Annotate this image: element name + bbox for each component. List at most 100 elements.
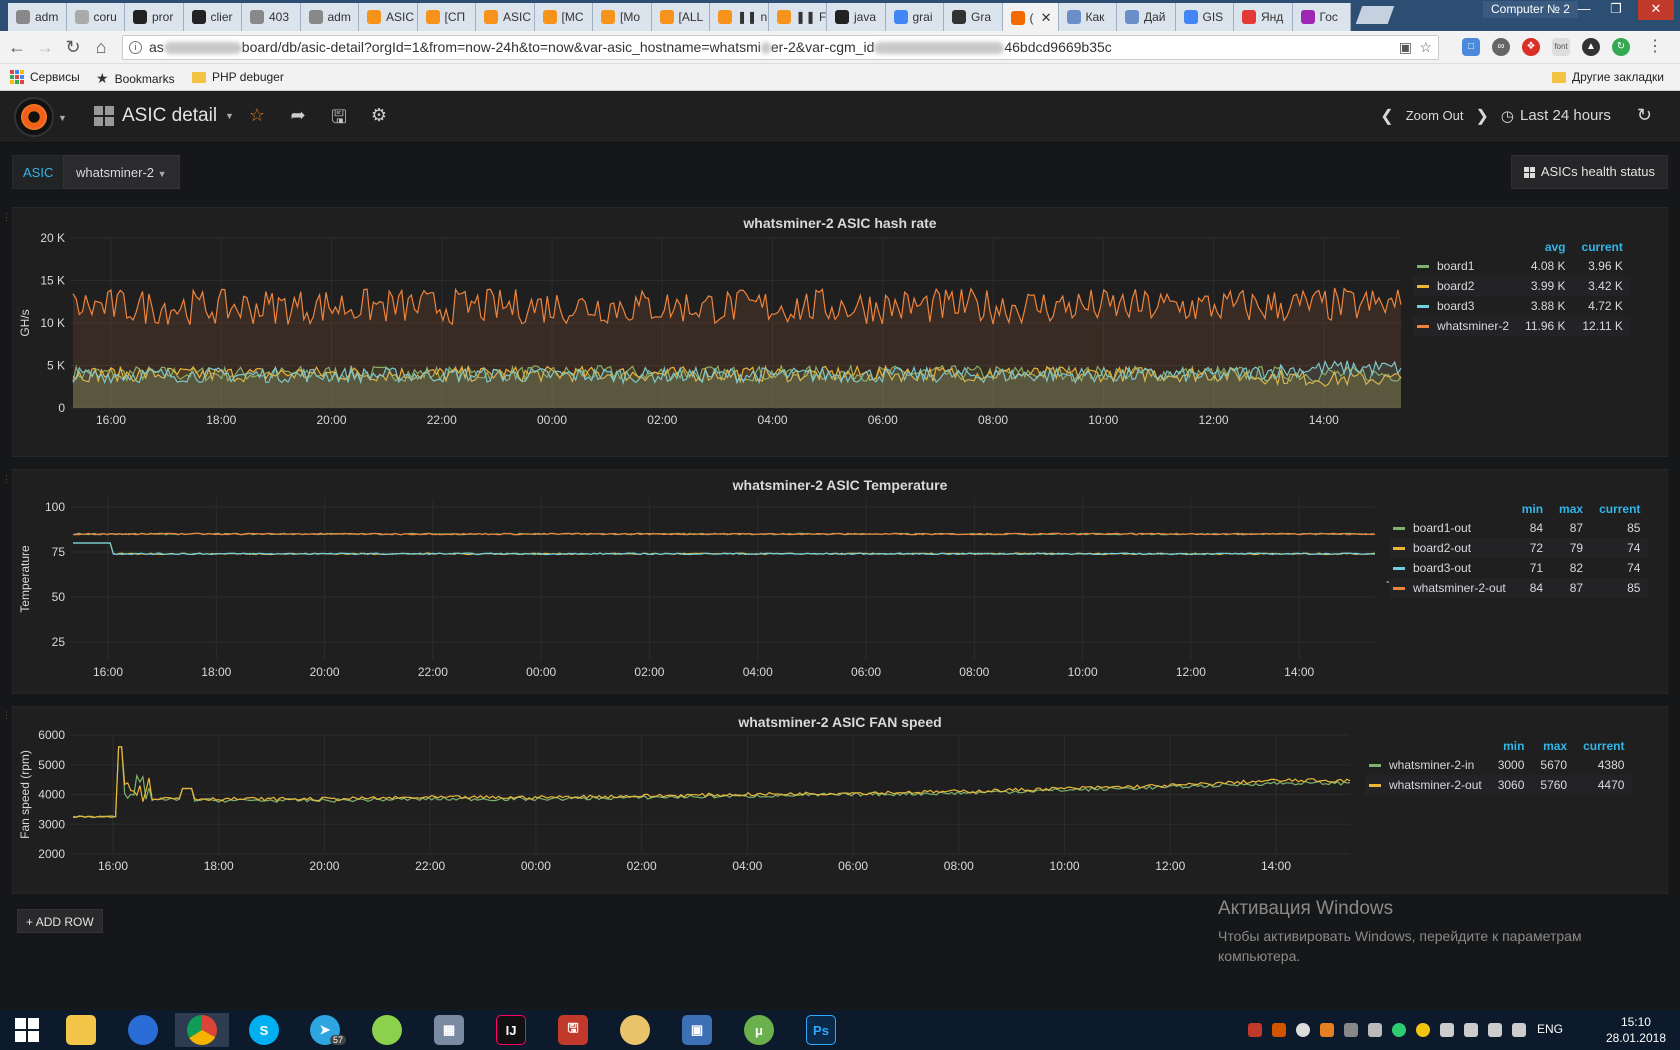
extension-vpn-icon[interactable]: ∞ [1492, 38, 1510, 56]
tray-app-icon[interactable] [1296, 1023, 1310, 1037]
row-handle-icon[interactable]: ⋮ [2, 213, 11, 222]
browser-tab[interactable]: GIS [1175, 3, 1234, 31]
refresh-icon[interactable]: ↻ [1637, 105, 1652, 126]
legend-row[interactable]: whatsminer-2-out 84 87 85 [1389, 578, 1649, 598]
extension-sync-icon[interactable]: ↻ [1612, 38, 1630, 56]
bookmark-other[interactable]: Другие закладки [1552, 70, 1664, 84]
minimize-icon[interactable]: — [1570, 0, 1598, 20]
taskbar-calculator[interactable]: ▦ [422, 1013, 476, 1047]
extension-font-icon[interactable]: font [1552, 38, 1570, 56]
extension-adblock-icon[interactable]: ❖ [1522, 38, 1540, 56]
browser-tab[interactable]: pror [125, 3, 184, 31]
browser-tab[interactable]: ASIC [476, 3, 535, 31]
legend-row[interactable]: whatsminer-2-out 3060 5760 4470 [1365, 775, 1633, 795]
legend-row[interactable]: board3 3.88 K 4.72 K [1413, 296, 1631, 316]
variable-value-dropdown[interactable]: whatsminer-2 ▼ [63, 155, 180, 189]
bookmark-star-icon[interactable]: ☆ [1419, 36, 1432, 59]
close-window-icon[interactable]: ✕ [1638, 0, 1674, 20]
legend-swatch-icon[interactable] [1369, 764, 1381, 768]
legend-column-header[interactable]: avg [1517, 238, 1573, 256]
tray-app-icon[interactable] [1392, 1023, 1406, 1037]
grafana-logo-icon[interactable] [14, 97, 54, 137]
time-forward-icon[interactable]: ❯ [1476, 106, 1489, 126]
taskbar-clock[interactable]: 15:10 28.01.2018 [1606, 1014, 1666, 1046]
browser-tab[interactable]: (✕ [1002, 3, 1059, 31]
browser-tab[interactable]: ASIC [359, 3, 418, 31]
legend-swatch-icon[interactable] [1417, 285, 1429, 289]
legend-column-header[interactable]: max [1532, 737, 1575, 755]
legend-column-header[interactable]: current [1574, 238, 1631, 256]
star-dashboard-icon[interactable]: ☆ [245, 105, 269, 126]
legend-swatch-icon[interactable] [1393, 527, 1405, 531]
legend-row[interactable]: board1-out 84 87 85 [1389, 518, 1648, 538]
legend-swatch-icon[interactable] [1393, 567, 1405, 571]
browser-tab[interactable]: Как [1058, 3, 1117, 31]
browser-tab[interactable]: Gra [944, 3, 1003, 31]
time-range-button[interactable]: Last 24 hours [1520, 107, 1611, 124]
extension-drive-icon[interactable]: ▲ [1582, 38, 1600, 56]
taskbar-utorrent[interactable]: μ [732, 1013, 786, 1047]
series-line-board2-out[interactable] [73, 542, 1376, 556]
taskbar-app-green[interactable] [360, 1013, 414, 1047]
taskbar-intellij[interactable]: IJ [484, 1013, 538, 1047]
bookmark-bookmarks[interactable]: ★ Bookmarks [96, 70, 175, 87]
browser-tab[interactable]: [ALL [651, 3, 710, 31]
save-icon[interactable]: 🖫 [327, 105, 351, 135]
tray-app-icon[interactable] [1368, 1023, 1382, 1037]
taskbar-photoshop[interactable]: Ps [794, 1013, 848, 1047]
taskbar-firefox[interactable] [116, 1013, 170, 1047]
new-tab-button[interactable] [1355, 6, 1395, 24]
extension-cast-icon[interactable]: □ [1462, 38, 1480, 56]
browser-tab[interactable]: [Mo [593, 3, 652, 31]
browser-tab[interactable]: 403 [242, 3, 301, 31]
zoom-out-button[interactable]: Zoom Out [1406, 108, 1464, 123]
asics-health-status-link[interactable]: ASICs health status [1510, 155, 1668, 189]
browser-tab[interactable]: Янд [1234, 3, 1293, 31]
browser-tab[interactable]: adm [300, 3, 359, 31]
close-tab-icon[interactable]: ✕ [1035, 10, 1058, 26]
add-row-button[interactable]: + ADD ROW [17, 909, 103, 933]
browser-tab[interactable]: ❚❚ F [768, 3, 827, 31]
taskbar-paint[interactable] [608, 1013, 662, 1047]
row-handle-icon[interactable]: ⋮ [2, 475, 11, 484]
legend-swatch-icon[interactable] [1417, 265, 1429, 269]
legend-column-header[interactable]: current [1591, 500, 1648, 518]
taskbar-save-app[interactable]: 🖫 [546, 1013, 600, 1047]
browser-tab[interactable]: grai [885, 3, 944, 31]
home-icon[interactable]: ⌂ [90, 37, 112, 57]
browser-tab[interactable]: [СП [417, 3, 476, 31]
taskbar-remote-desktop[interactable]: ▣ [670, 1013, 724, 1047]
legend-column-header[interactable]: min [1514, 500, 1551, 518]
legend-row[interactable]: board1 4.08 K 3.96 K [1413, 256, 1631, 276]
taskbar-telegram[interactable]: ➤ 57 [298, 1013, 352, 1047]
tray-app-icon[interactable] [1344, 1023, 1358, 1037]
browser-tab[interactable]: Дай [1117, 3, 1176, 31]
time-back-icon[interactable]: ❮ [1380, 106, 1393, 126]
dashboard-picker[interactable]: ASIC detail ▼ [94, 105, 234, 127]
browser-tab[interactable]: java [827, 3, 886, 31]
series-line-whatsminer-2-out[interactable] [72, 746, 1351, 819]
tray-wifi-icon[interactable] [1488, 1023, 1502, 1037]
tray-mega-icon[interactable] [1248, 1023, 1262, 1037]
series-line-whatsminer-2-in[interactable] [72, 746, 1351, 819]
legend-row[interactable]: whatsminer-2-in 3000 5670 4380 [1365, 755, 1632, 775]
legend-column-header[interactable]: min [1490, 737, 1533, 755]
browser-tab[interactable]: Гос [1292, 3, 1351, 31]
tray-volume-icon[interactable] [1464, 1023, 1478, 1037]
legend-swatch-icon[interactable] [1393, 547, 1405, 551]
legend-swatch-icon[interactable] [1393, 587, 1405, 591]
legend-swatch-icon[interactable] [1417, 305, 1429, 309]
legend-swatch-icon[interactable] [1369, 784, 1381, 788]
address-bar[interactable]: i as board/db/asic-detail?orgId=1&from=no… [122, 35, 1439, 60]
start-button[interactable] [0, 1013, 54, 1047]
legend-row[interactable]: board2-out 72 79 74 [1389, 538, 1649, 558]
taskbar-chrome[interactable] [175, 1013, 229, 1047]
reload-icon[interactable]: ↻ [62, 37, 84, 57]
tray-network-icon[interactable] [1440, 1023, 1454, 1037]
row-handle-icon[interactable]: ⋮ [2, 711, 11, 720]
forward-icon[interactable]: → [34, 37, 56, 57]
share-icon[interactable]: ➦ [286, 105, 310, 126]
legend-row[interactable]: board2 3.99 K 3.42 K [1413, 276, 1631, 296]
tray-app-icon[interactable] [1416, 1023, 1430, 1037]
bookmark-phpdebug[interactable]: PHP debuger [192, 70, 284, 84]
